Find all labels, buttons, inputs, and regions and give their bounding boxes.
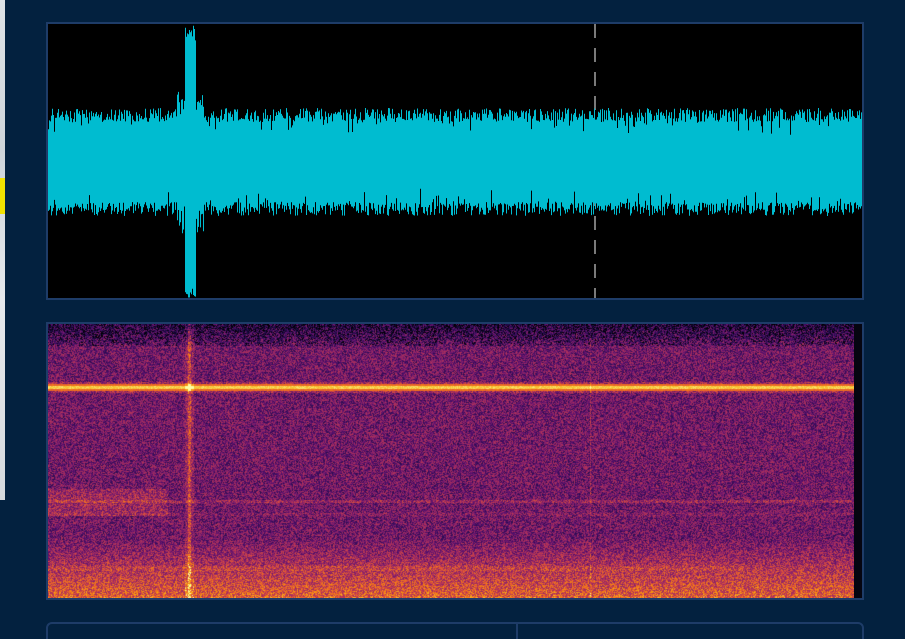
spectrogram-panel[interactable]: [46, 322, 864, 600]
info-left-text: [48, 624, 516, 632]
spectrogram-edge: [854, 324, 862, 598]
highlight-marker: [0, 178, 5, 214]
waveform-panel[interactable]: [46, 22, 864, 300]
info-right-text: [518, 624, 862, 632]
audio-analysis-view: [0, 0, 905, 639]
info-cell-left: [48, 624, 518, 639]
adjacent-window-edge: [0, 0, 5, 500]
info-bar: [46, 622, 864, 639]
info-cell-right: [518, 624, 862, 639]
spectrogram-image: [48, 324, 854, 598]
waveform-plot: [48, 24, 862, 298]
